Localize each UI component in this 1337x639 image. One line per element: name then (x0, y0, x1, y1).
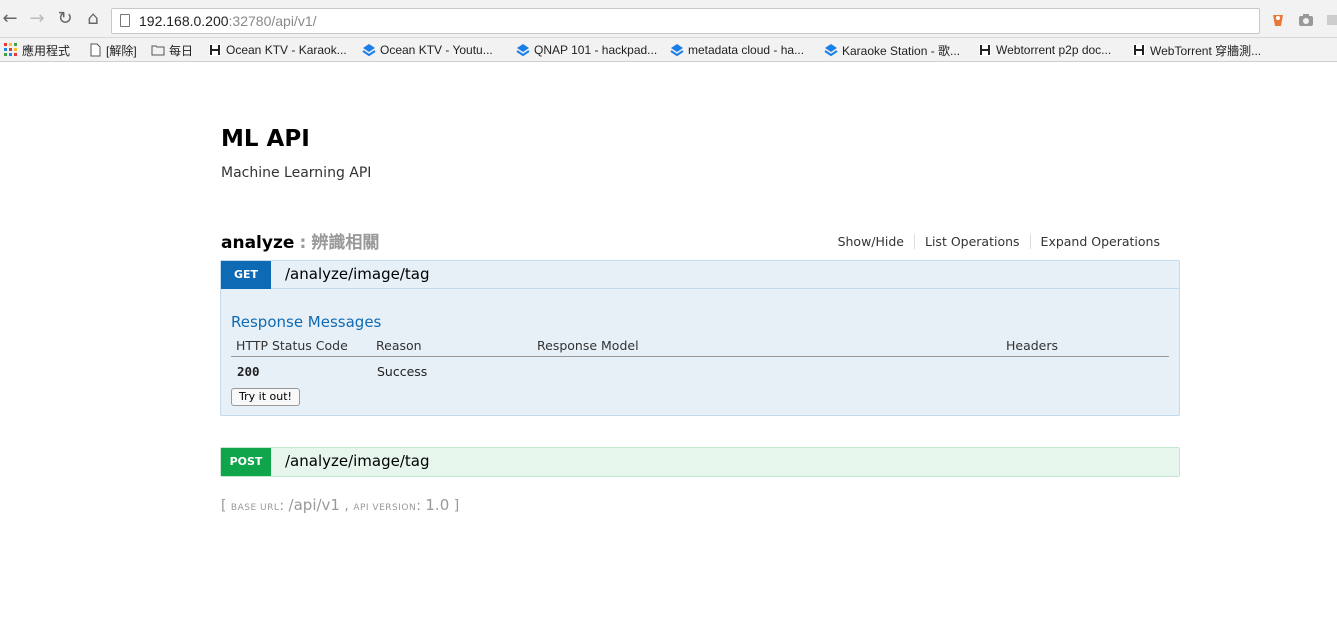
bookmarks-bar: 應用程式 [解除] 每日 Ocean KTV - Karaok... Ocean… (0, 38, 1337, 62)
status-reason: Success (377, 364, 428, 379)
bookmark-item[interactable]: QNAP 101 - hackpad... (516, 42, 657, 58)
bookmark-item[interactable]: [解除] (88, 42, 137, 58)
camera-icon[interactable] (1298, 12, 1314, 28)
comma: , (344, 498, 349, 514)
bookmark-label: 每日 (169, 43, 194, 58)
bookmark-label: Karaoke Station - 歌... (842, 43, 961, 58)
bookmark-label: Ocean KTV - Youtu... (380, 43, 493, 57)
api-title: ML API (221, 126, 310, 152)
api-version-value: 1.0 (425, 496, 450, 514)
get-operation: GET /analyze/image/tag Response Messages… (220, 260, 1180, 416)
folder-icon (151, 45, 165, 56)
bookmark-item[interactable]: Ocean KTV - Youtu... (362, 42, 493, 58)
dropbox-icon (824, 44, 838, 57)
resource-heading: analyze : 辨識相關 Show/Hide List Operations… (221, 228, 1170, 254)
bookmark-item[interactable]: Karaoke Station - 歌... (824, 42, 960, 58)
base-url-label: BASE URL (230, 503, 280, 513)
table-row: 200 Success (231, 357, 1169, 385)
table-header: HTTP Status Code Reason Response Model H… (231, 337, 1169, 357)
extension-icon[interactable] (1270, 12, 1286, 28)
show-hide-link[interactable]: Show/Hide (828, 234, 914, 249)
api-base-info: [ BASE URL: /api/v1 , API VERSION: 1.0 ] (221, 496, 460, 514)
browser-toolbar: ← → ↻ ⌂ 192.168.0.200:32780/api/v1/ (0, 0, 1337, 38)
dropbox-icon (362, 44, 376, 57)
column-header: Response Model (537, 338, 639, 353)
bookmark-label: WebTorrent 穿牆測... (1150, 43, 1262, 58)
bracket-open: [ (221, 498, 227, 514)
bookmark-item[interactable]: WebTorrent 穿牆測... (1132, 42, 1261, 58)
url-path: :32780/api/v1/ (228, 13, 317, 29)
bookmark-item[interactable]: Ocean KTV - Karaok... (208, 42, 347, 58)
status-code: 200 (237, 364, 260, 379)
bookmark-label: QNAP 101 - hackpad... (534, 43, 658, 57)
home-icon[interactable]: ⌂ (83, 9, 103, 29)
bookmark-label: Ocean KTV - Karaok... (226, 43, 347, 57)
bookmark-label: [解除] (106, 43, 137, 58)
http-method-get[interactable]: GET (221, 261, 271, 289)
forward-arrow-icon[interactable]: → (27, 9, 47, 29)
column-header: Headers (1006, 338, 1059, 353)
post-operation[interactable]: POST /analyze/image/tag (220, 447, 1180, 477)
bookmark-label: metadata cloud - ha... (688, 43, 805, 57)
apps-grid-icon (4, 43, 17, 56)
operation-path[interactable]: /analyze/image/tag (285, 452, 430, 470)
url-text[interactable]: 192.168.0.200:32780/api/v1/ (139, 13, 317, 29)
response-messages-table: HTTP Status Code Reason Response Model H… (231, 337, 1169, 385)
resource-name[interactable]: analyze (221, 233, 294, 253)
reload-icon[interactable]: ↻ (55, 9, 75, 29)
resource-description: 辨識相關 (311, 233, 380, 253)
column-header: HTTP Status Code (236, 338, 348, 353)
dropbox-icon (670, 44, 684, 57)
hackpad-icon (1133, 44, 1145, 56)
operation-heading[interactable]: GET /analyze/image/tag (221, 261, 1179, 289)
url-host: 192.168.0.200 (139, 13, 229, 29)
bracket-close: ] (453, 498, 460, 514)
list-operations-link[interactable]: List Operations (914, 234, 1030, 249)
back-arrow-icon[interactable]: ← (0, 9, 20, 29)
bookmark-folder[interactable]: 每日 (151, 42, 193, 58)
bookmark-item[interactable]: Webtorrent p2p doc... (978, 42, 1111, 58)
base-url-value: /api/v1 (288, 496, 340, 514)
http-method-post[interactable]: POST (221, 448, 271, 476)
hackpad-icon (209, 44, 221, 56)
api-version-label: API VERSION (353, 503, 417, 513)
menu-icon[interactable] (1326, 12, 1337, 28)
column-header: Reason (376, 338, 422, 353)
resource-options: Show/Hide List Operations Expand Operati… (828, 234, 1170, 249)
bookmark-apps[interactable]: 應用程式 (4, 42, 70, 58)
expand-operations-link[interactable]: Expand Operations (1029, 234, 1170, 249)
response-messages-title: Response Messages (231, 313, 382, 331)
page-icon (90, 43, 101, 57)
bookmark-item[interactable]: metadata cloud - ha... (670, 42, 804, 58)
address-bar[interactable]: 192.168.0.200:32780/api/v1/ (111, 8, 1260, 34)
dropbox-icon (516, 44, 530, 57)
page-icon (120, 14, 130, 27)
try-it-out-button[interactable]: Try it out! (231, 388, 300, 406)
api-description: Machine Learning API (221, 165, 372, 181)
resource-separator: : (299, 233, 307, 253)
hackpad-icon (979, 44, 991, 56)
operation-path[interactable]: /analyze/image/tag (285, 265, 430, 283)
bookmark-label: 應用程式 (22, 43, 71, 58)
bookmark-label: Webtorrent p2p doc... (996, 43, 1112, 57)
